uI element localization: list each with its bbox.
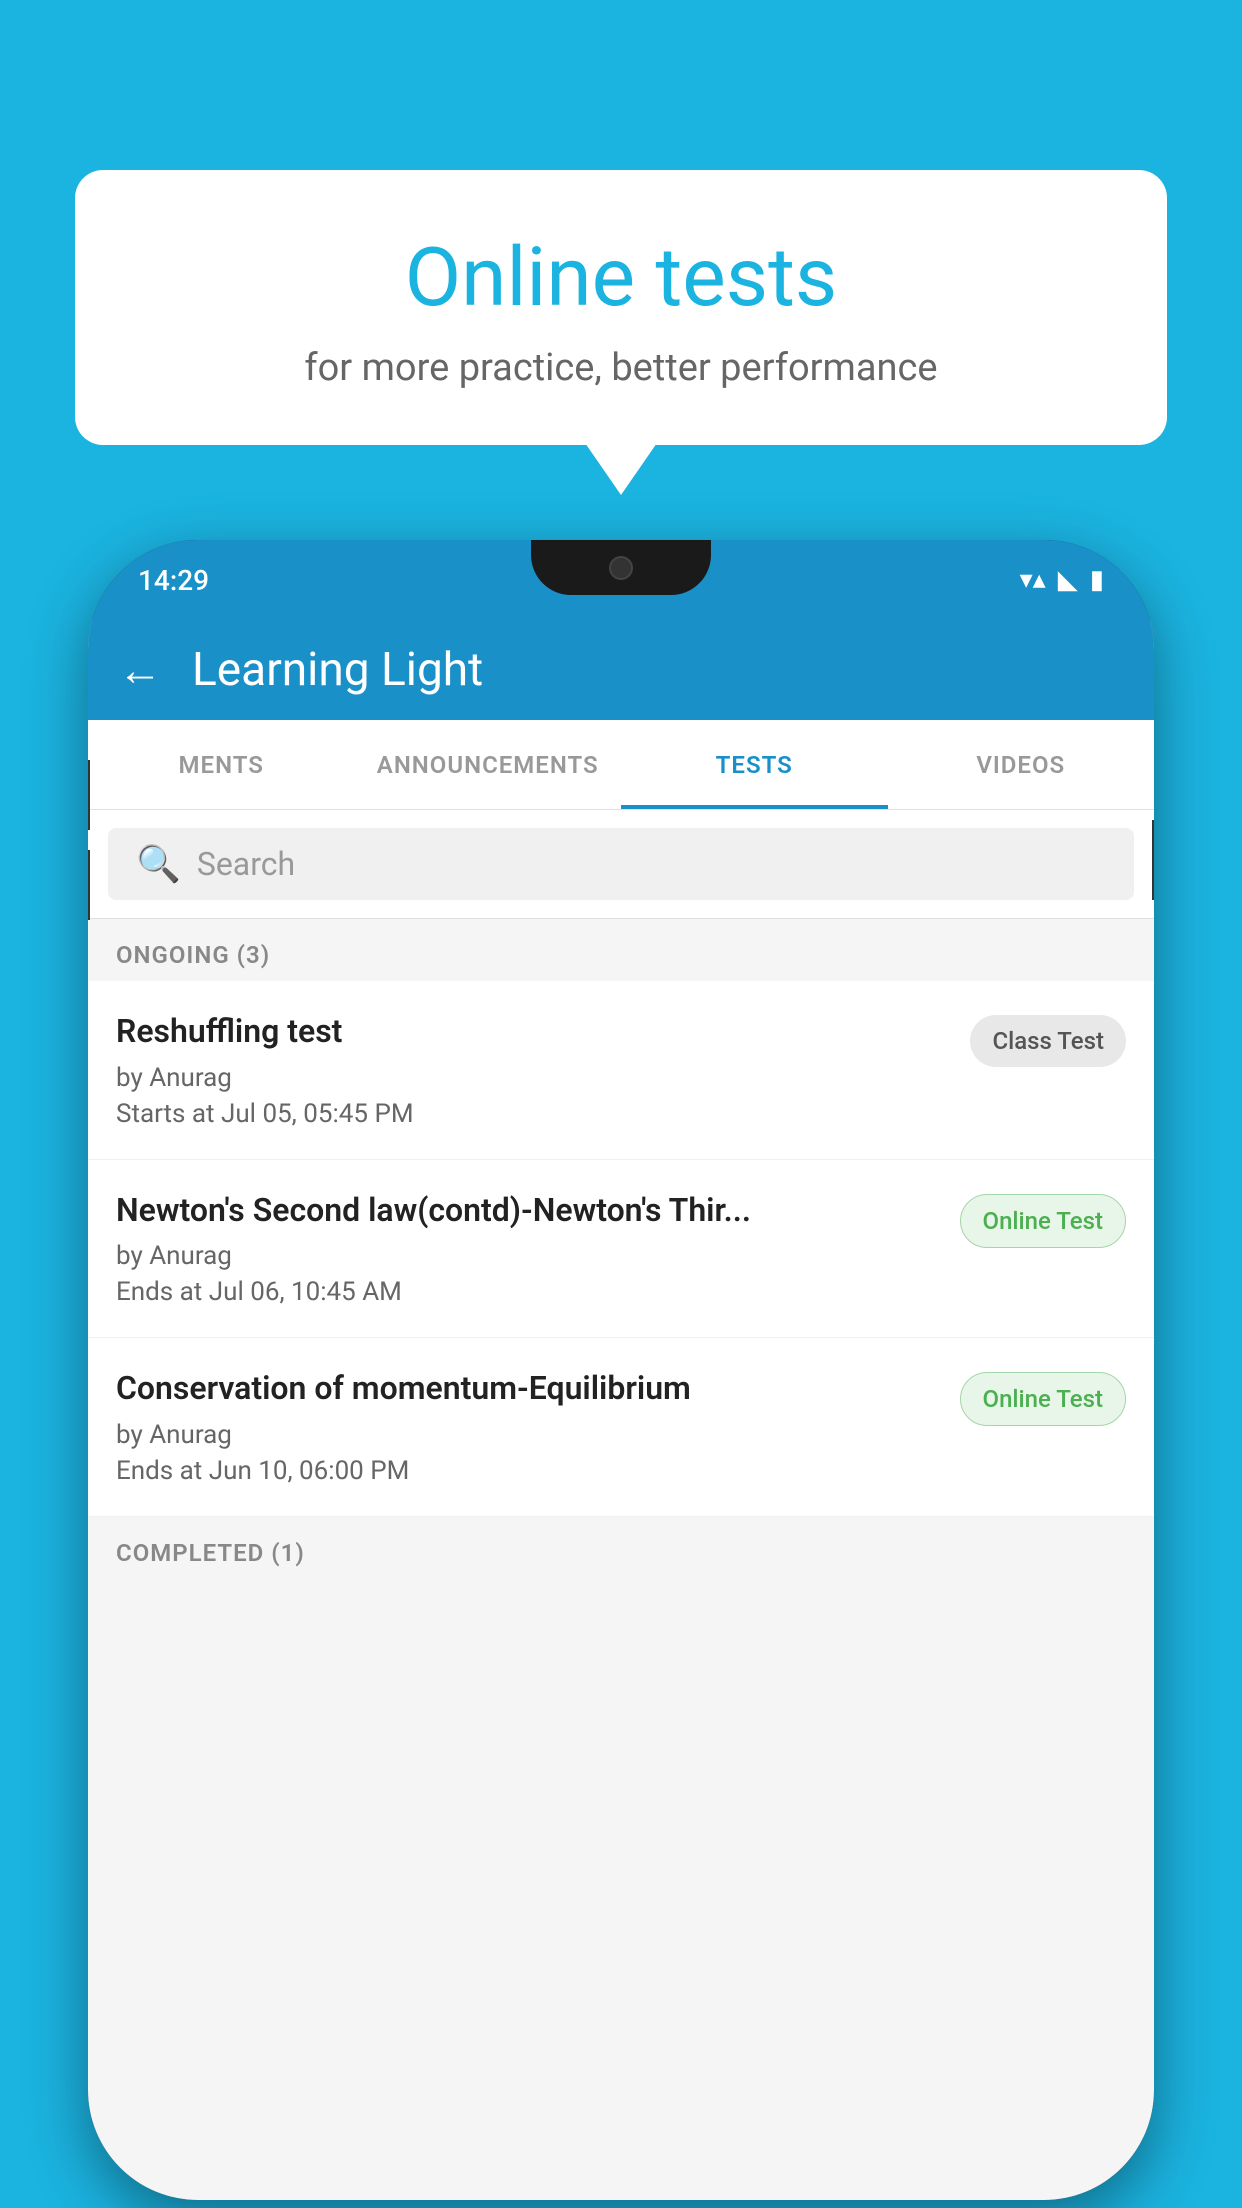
status-icons: ▾▴ ◣ ▮: [1020, 565, 1104, 595]
tab-videos[interactable]: VIDEOS: [888, 720, 1155, 809]
test-author-3: by Anurag: [116, 1420, 940, 1450]
test-badge-2: Online Test: [960, 1194, 1126, 1248]
app-bar: ← Learning Light: [88, 620, 1154, 720]
back-button[interactable]: ←: [118, 644, 162, 696]
test-date-1: Starts at Jul 05, 05:45 PM: [116, 1099, 950, 1129]
phone-device: 14:29 ▾▴ ◣ ▮ ← Learning Light MENTS ANNO…: [88, 540, 1154, 2200]
test-badge-3: Online Test: [960, 1372, 1126, 1426]
search-placeholder: Search: [197, 845, 295, 883]
test-date-3: Ends at Jun 10, 06:00 PM: [116, 1456, 940, 1486]
test-item-2[interactable]: Newton's Second law(contd)-Newton's Thir…: [88, 1160, 1154, 1339]
tab-tests[interactable]: TESTS: [621, 720, 888, 809]
search-icon: 🔍: [136, 843, 181, 885]
completed-header-text: COMPLETED (1): [116, 1539, 305, 1567]
status-time: 14:29: [138, 564, 209, 597]
test-author-1: by Anurag: [116, 1063, 950, 1093]
signal-icon: ◣: [1058, 565, 1078, 595]
phone-notch: [531, 540, 711, 595]
power-button: [1152, 820, 1154, 900]
test-title-3: Conservation of momentum-Equilibrium: [116, 1368, 940, 1410]
test-title-1: Reshuffling test: [116, 1011, 950, 1053]
front-camera: [609, 556, 633, 580]
test-item-3[interactable]: Conservation of momentum-Equilibrium by …: [88, 1338, 1154, 1517]
volume-down-button: [88, 850, 90, 920]
test-date-2: Ends at Jul 06, 10:45 AM: [116, 1277, 940, 1307]
ongoing-header-text: ONGOING (3): [116, 941, 270, 969]
app-bar-title: Learning Light: [192, 643, 483, 697]
status-bar: 14:29 ▾▴ ◣ ▮: [88, 540, 1154, 620]
test-badge-1: Class Test: [970, 1015, 1126, 1067]
test-list: Reshuffling test by Anurag Starts at Jul…: [88, 981, 1154, 1517]
test-content-1: Reshuffling test by Anurag Starts at Jul…: [116, 1011, 950, 1129]
test-author-2: by Anurag: [116, 1241, 940, 1271]
test-content-2: Newton's Second law(contd)-Newton's Thir…: [116, 1190, 940, 1308]
completed-section-header: COMPLETED (1): [88, 1517, 1154, 1579]
ongoing-section-header: ONGOING (3): [88, 919, 1154, 981]
test-content-3: Conservation of momentum-Equilibrium by …: [116, 1368, 940, 1486]
test-title-2: Newton's Second law(contd)-Newton's Thir…: [116, 1190, 940, 1232]
tab-announcements[interactable]: ANNOUNCEMENTS: [355, 720, 622, 809]
battery-icon: ▮: [1090, 565, 1104, 595]
search-container: 🔍 Search: [88, 810, 1154, 919]
speech-bubble-title: Online tests: [125, 230, 1117, 326]
tabs-bar: MENTS ANNOUNCEMENTS TESTS VIDEOS: [88, 720, 1154, 810]
phone-screen: ← Learning Light MENTS ANNOUNCEMENTS TES…: [88, 620, 1154, 2200]
search-bar[interactable]: 🔍 Search: [108, 828, 1134, 900]
wifi-icon: ▾▴: [1020, 565, 1046, 595]
test-item-1[interactable]: Reshuffling test by Anurag Starts at Jul…: [88, 981, 1154, 1160]
speech-bubble: Online tests for more practice, better p…: [75, 170, 1167, 445]
tab-ments[interactable]: MENTS: [88, 720, 355, 809]
speech-bubble-subtitle: for more practice, better performance: [125, 346, 1117, 390]
